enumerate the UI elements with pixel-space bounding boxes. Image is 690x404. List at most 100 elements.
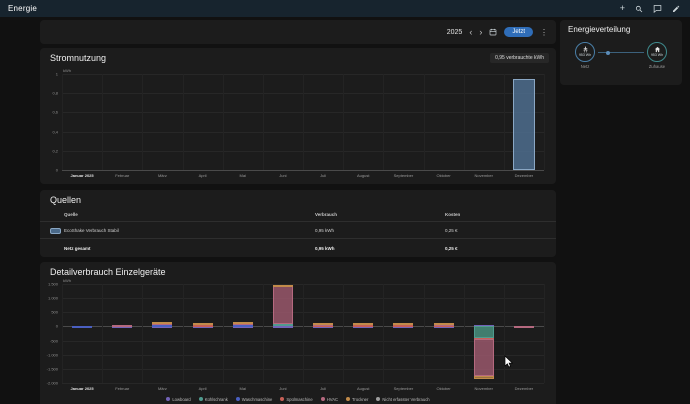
legend-item-hvac[interactable]: HVAC [321,397,338,402]
x-tick-label-januar-2025: Januar 2025 [62,386,102,391]
chart-legend: Lowboard Kühlschrank Waschmaschine Spülmasc… [40,395,556,403]
legend-item-nicht-erfasster-verbrauch[interactable]: Nicht erfasster Verbrauch [376,397,429,402]
bar-segment-trockner-mai[interactable] [233,322,253,324]
home-label: Zuhause [649,64,665,69]
source-name: EcoShake Verbrauch Stabil [64,228,119,233]
next-period-button[interactable]: › [479,28,482,37]
y-tick-label: 0 [56,168,58,173]
today-button[interactable]: Jetzt [504,27,533,37]
y-tick-label: -1.500 [47,366,58,371]
bar-segment-netz-verbrauch-dezember[interactable] [513,79,535,170]
gridline-x [343,74,344,170]
gridline-x [223,284,224,383]
grid-node[interactable]: 953 Wh Netz [568,42,602,69]
detailverbrauch-card: Detailverbrauch Einzelgeräte kWh 1.5001.… [40,262,556,404]
y-tick-label: 1.000 [48,296,58,301]
gridline-x [544,74,545,170]
prev-period-button[interactable]: ‹ [469,28,472,37]
x-tick-label-august: August [343,173,383,178]
gridline-x [383,284,384,383]
bar-segment-trockner-oktober[interactable] [434,323,454,325]
gridline-x [424,74,425,170]
legend-item-kühlschrank[interactable]: Kühlschrank [199,397,228,402]
legend-dot [166,397,170,401]
period-toolbar: 2025 ‹ › Jetzt ⋮ [40,20,556,44]
legend-dot [236,397,240,401]
bar-segment-lowboard-juni[interactable] [273,326,293,328]
bar-segment-hvac-november[interactable] [474,339,494,376]
gridline-x [263,74,264,170]
bar-segment-trockner-august[interactable] [353,323,373,325]
stromnutzung-chart: kWh 10,80,60,40,20 Januar 2025FebruarMär… [44,74,550,182]
stromnutzung-title: Stromnutzung [50,53,106,63]
gridline-x [102,74,103,170]
bar-segment-trockner-märz[interactable] [152,322,172,324]
bar-segment-trockner-september[interactable] [393,323,413,325]
x-axis-strom: Januar 2025FebruarMärzAprilMaiJuniJuliAu… [62,171,544,182]
gridline-x [142,284,143,383]
total-kosten: 0,25 € [445,246,556,251]
grid-circle[interactable]: 953 Wh [575,42,595,62]
bar-segment-kühlschrank-november[interactable] [474,326,494,337]
col-verbrauch: Verbrauch [315,212,445,217]
assist-chat-icon[interactable] [653,4,662,13]
legend-label: Lowboard [172,397,190,402]
energy-distribution-card: Energieverteilung 953 Wh Netz 953 Wh Zuh… [560,20,682,85]
total-name: Netz gesamt [40,246,315,251]
bar-segment-hvac-juni[interactable] [273,286,293,324]
x-tick-label-märz: März [142,173,182,178]
gridline-x [62,74,63,170]
x-tick-label-februar: Februar [102,173,142,178]
y-tick-label: 1.500 [48,282,58,287]
x-tick-label-september: September [383,386,423,391]
plot-area-detail [62,284,544,383]
plot-area-strom [62,74,544,170]
home-node[interactable]: 953 Wh Zuhause [640,42,674,69]
bar-segment-trockner-november[interactable] [474,376,494,379]
add-icon[interactable]: + [620,4,625,13]
legend-item-spülmaschine[interactable]: Spülmaschine [280,397,312,402]
table-row[interactable]: EcoShake Verbrauch Stabil 0,95 kWh 0,25 … [40,221,556,239]
home-circle[interactable]: 953 Wh [647,42,667,62]
mouse-cursor [504,355,513,368]
bar-segment-trockner-april[interactable] [193,323,213,325]
y-tick-label: -500 [50,338,58,343]
total-verbrauch: 0,95 kWh [315,246,445,251]
legend-item-waschmaschine[interactable]: Waschmaschine [236,397,273,402]
legend-dot [346,397,350,401]
x-axis-detail: Januar 2025FebruarMärzAprilMaiJuniJuliAu… [62,384,544,395]
table-header: Quelle Verbrauch Kosten [40,208,556,221]
legend-dot [321,397,325,401]
bar-segment-hvac-dezember[interactable] [514,326,534,328]
bar-segment-hvac-februar[interactable] [112,325,132,327]
bar-segment-trockner-juli[interactable] [313,323,333,325]
energy-distribution-title: Energieverteilung [568,25,630,34]
gridline-x [102,284,103,383]
y-axis-detail: 1.5001.0005000-500-1.000-1.500-2.000 [44,284,60,383]
x-tick-label-oktober: Oktober [424,386,464,391]
x-tick-label-september: September [383,173,423,178]
edit-pencil-icon[interactable] [672,5,680,13]
legend-dot [199,397,203,401]
home-value: 953 Wh [651,53,663,57]
y-tick-label: -2.000 [47,381,58,386]
legend-item-lowboard[interactable]: Lowboard [166,397,190,402]
legend-dot [376,397,380,401]
gridline-x [383,74,384,170]
search-icon[interactable] [635,5,643,13]
grid-value: 953 Wh [579,53,591,57]
x-tick-label-juni: Juni [263,386,303,391]
calendar-icon[interactable] [489,28,497,36]
gridline-x [183,74,184,170]
source-swatch [50,228,61,234]
legend-dot [280,397,284,401]
x-tick-label-juli: Juli [303,173,343,178]
bar-segment-trockner-juni[interactable] [273,285,293,287]
legend-item-trockner[interactable]: Trockner [346,397,368,402]
gridline-x [183,284,184,383]
kebab-menu-icon[interactable]: ⋮ [540,28,548,37]
y-tick-label: 0 [56,324,58,329]
gridline-x [223,74,224,170]
bar-segment-kühlschrank-juni[interactable] [273,324,293,326]
bar-segment-waschmaschine-januar-2025[interactable] [72,326,92,328]
